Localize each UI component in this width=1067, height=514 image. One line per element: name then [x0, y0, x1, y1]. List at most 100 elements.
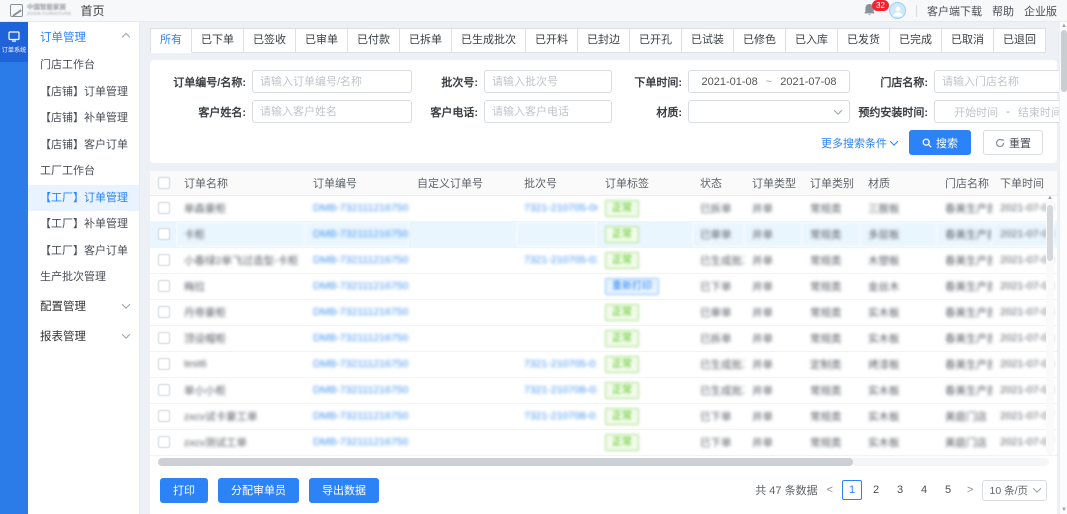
tab-已审单[interactable]: 已审单: [295, 28, 348, 53]
app-logo[interactable]: 中国智能家居 ZOON FURNITURE 首页: [10, 2, 104, 19]
sidebar-item-门店工作台[interactable]: 门店工作台: [28, 52, 139, 79]
store-name-input[interactable]: [934, 70, 1067, 93]
sidebar-group-报表管理[interactable]: 报表管理: [28, 321, 139, 351]
column-header-下单时间: 下单时间: [992, 171, 1057, 195]
cell-order-category: 常规类: [802, 403, 860, 429]
tab-已封边[interactable]: 已封边: [577, 28, 630, 53]
table-vscroll-thumb[interactable]: [1047, 205, 1053, 261]
table-horizontal-scrollbar[interactable]: [158, 458, 1049, 466]
page-4[interactable]: 4: [914, 480, 934, 500]
tab-已入库[interactable]: 已入库: [785, 28, 838, 53]
page-2[interactable]: 2: [866, 480, 886, 500]
sidebar-group-订单管理[interactable]: 订单管理: [28, 22, 139, 52]
select-all-checkbox[interactable]: [158, 177, 170, 189]
customer-name-input[interactable]: [252, 100, 412, 123]
tab-已修色[interactable]: 已修色: [733, 28, 786, 53]
row-checkbox[interactable]: [158, 332, 170, 344]
sidebar-item-生产批次管理[interactable]: 生产批次管理: [28, 264, 139, 291]
next-page-button[interactable]: >: [965, 484, 975, 496]
cell-order-number-link[interactable]: DMB-73211121675062: [305, 221, 409, 247]
tab-已开料[interactable]: 已开料: [525, 28, 578, 53]
cell-custom-order-number: [409, 325, 516, 351]
cell-order-number-link[interactable]: DMB-73211121675061: [305, 247, 409, 273]
tab-已拆单[interactable]: 已拆单: [399, 28, 452, 53]
tab-已完成[interactable]: 已完成: [889, 28, 942, 53]
sidebar-group-配置管理[interactable]: 配置管理: [28, 291, 139, 321]
order-no-input[interactable]: [252, 70, 412, 93]
rail-item-order-system[interactable]: 订单系统: [0, 22, 28, 62]
sidebar-item-【工厂】补单管理[interactable]: 【工厂】补单管理: [28, 211, 139, 238]
cell-order-number-link[interactable]: DMB-73211121675059: [305, 299, 409, 325]
sidebar-item-【店铺】补单管理[interactable]: 【店铺】补单管理: [28, 105, 139, 132]
cell-order-number-link[interactable]: DMB-73211121675056: [305, 377, 409, 403]
table-row: 卡柜DMB-73211121675062正常已审单并单常规类多层板春美生产部20…: [150, 221, 1057, 247]
page-3[interactable]: 3: [890, 480, 910, 500]
cell-batch-number-link[interactable]: 7321-210705-01: [516, 351, 597, 377]
tab-已生成批次[interactable]: 已生成批次: [451, 28, 526, 53]
print-button[interactable]: 打印: [160, 478, 208, 503]
cell-order-tag: 正常: [597, 377, 692, 403]
cell-order-number-link[interactable]: DMB-73211121675060: [305, 273, 409, 299]
sidebar-item-【店铺】订单管理[interactable]: 【店铺】订单管理: [28, 79, 139, 106]
install-time-range-picker[interactable]: 开始时间 - 结束时间: [934, 100, 1067, 123]
cell-batch-number-link[interactable]: 7321-210708-03: [516, 377, 597, 403]
cell-order-name: 丹帝豪柜: [176, 299, 305, 325]
tab-已取消[interactable]: 已取消: [941, 28, 994, 53]
tab-已签收[interactable]: 已签收: [243, 28, 296, 53]
order-time-range-picker[interactable]: 2021-01-08 ~ 2021-07-08: [688, 70, 850, 93]
avatar[interactable]: [889, 2, 906, 19]
notifications-button[interactable]: 32: [863, 3, 879, 19]
batch-no-input[interactable]: [484, 70, 612, 93]
page-1[interactable]: 1: [842, 480, 862, 500]
help-link[interactable]: 帮助: [992, 3, 1014, 19]
cell-batch-number-link[interactable]: 7321-210708-01: [516, 403, 597, 429]
material-select[interactable]: [688, 100, 850, 123]
row-checkbox[interactable]: [158, 358, 170, 370]
search-button[interactable]: 搜索: [909, 130, 971, 155]
page-size-select[interactable]: 10 条/页: [982, 480, 1047, 501]
enterprise-link[interactable]: 企业版: [1024, 3, 1057, 19]
tab-所有[interactable]: 所有: [150, 28, 192, 53]
row-checkbox[interactable]: [158, 228, 170, 240]
prev-page-button[interactable]: <: [825, 484, 835, 496]
row-checkbox[interactable]: [158, 384, 170, 396]
tab-已开孔[interactable]: 已开孔: [629, 28, 682, 53]
reset-button[interactable]: 重置: [983, 130, 1043, 155]
sidebar-item-工厂工作台[interactable]: 工厂工作台: [28, 158, 139, 185]
more-filters-link[interactable]: 更多搜索条件: [821, 135, 897, 151]
row-checkbox[interactable]: [158, 202, 170, 214]
cell-material: 实木板: [860, 377, 937, 403]
cell-status: 已拆单: [692, 325, 744, 351]
table-vertical-scrollbar[interactable]: ▲: [1046, 197, 1054, 455]
tab-已退回[interactable]: 已退回: [993, 28, 1046, 53]
table-hscroll-thumb[interactable]: [158, 458, 853, 466]
sidebar-item-【工厂】客户订单[interactable]: 【工厂】客户订单: [28, 238, 139, 265]
cell-store-name: 春美生产部: [937, 221, 992, 247]
row-checkbox[interactable]: [158, 436, 170, 448]
order-tag-badge: 正常: [605, 356, 639, 373]
cell-order-number-link[interactable]: DMB-73211121675063: [305, 195, 409, 221]
window-vscroll-thumb[interactable]: [1061, 30, 1067, 92]
sidebar-item-【工厂】订单管理[interactable]: 【工厂】订单管理: [28, 185, 139, 212]
client-download-link[interactable]: 客户端下载: [927, 3, 982, 19]
row-checkbox[interactable]: [158, 306, 170, 318]
export-data-button[interactable]: 导出数据: [309, 478, 379, 503]
window-vertical-scrollbar[interactable]: ▲ ▼: [1059, 22, 1067, 514]
sidebar-item-【店铺】客户订单[interactable]: 【店铺】客户订单: [28, 132, 139, 159]
tab-已发货[interactable]: 已发货: [837, 28, 890, 53]
customer-phone-input[interactable]: [484, 100, 612, 123]
cell-order-number-link[interactable]: DMB-73211121675057: [305, 351, 409, 377]
row-checkbox[interactable]: [158, 410, 170, 422]
tab-已下单[interactable]: 已下单: [191, 28, 244, 53]
tab-已付款[interactable]: 已付款: [347, 28, 400, 53]
cell-order-number-link[interactable]: DMB-73211121675055: [305, 403, 409, 429]
page-5[interactable]: 5: [938, 480, 958, 500]
assign-reviewer-button[interactable]: 分配审单员: [218, 478, 299, 503]
cell-order-number-link[interactable]: DMB-73211121675058: [305, 325, 409, 351]
cell-batch-number-link[interactable]: 7321-210705-06: [516, 195, 597, 221]
row-checkbox[interactable]: [158, 254, 170, 266]
row-checkbox[interactable]: [158, 280, 170, 292]
tab-已试装[interactable]: 已试装: [681, 28, 734, 53]
cell-batch-number-link[interactable]: 7321-210705-02: [516, 247, 597, 273]
cell-order-number-link[interactable]: DMB-73211121675054: [305, 429, 409, 455]
